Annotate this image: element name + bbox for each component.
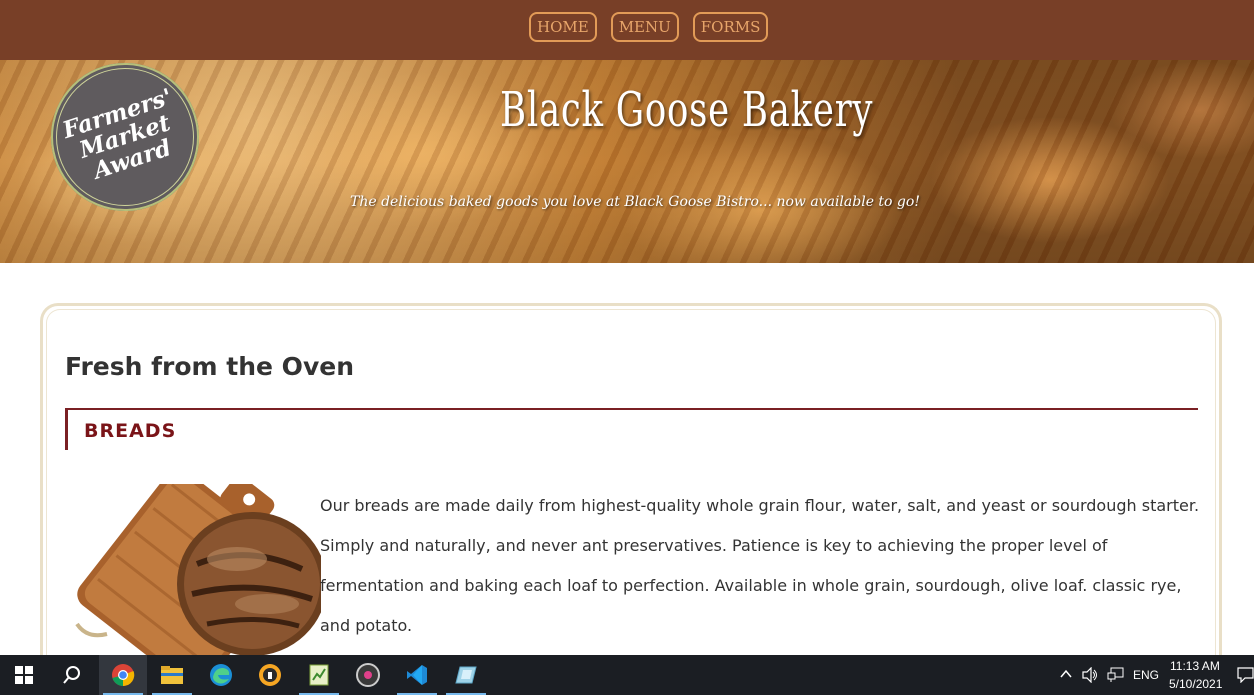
taskbar-vscode[interactable] bbox=[393, 655, 441, 695]
site-tagline: The delicious baked goods you love at Bl… bbox=[350, 194, 920, 210]
clock-date[interactable]: 5/10/2021 bbox=[1169, 677, 1222, 691]
section-header: BREADS bbox=[65, 408, 1198, 450]
notification-icon[interactable] bbox=[1237, 666, 1254, 683]
page-heading: Fresh from the Oven bbox=[65, 352, 354, 381]
vscode-icon bbox=[407, 665, 427, 685]
taskbar-file-explorer[interactable] bbox=[148, 655, 196, 695]
volume-icon[interactable] bbox=[1082, 667, 1098, 683]
chevron-up-icon[interactable] bbox=[1060, 669, 1072, 679]
bread-image bbox=[75, 484, 321, 659]
section-title: BREADS bbox=[84, 420, 177, 442]
media-icon bbox=[356, 663, 380, 687]
nav-home-link[interactable]: HOME bbox=[529, 12, 597, 42]
site-title: Black Goose Bakery bbox=[500, 82, 874, 138]
edge-icon bbox=[210, 664, 232, 686]
top-nav: HOME MENU FORMS bbox=[0, 0, 1254, 60]
taskbar: ENG 11:13 AM 5/10/2021 bbox=[0, 655, 1254, 695]
search-icon bbox=[63, 666, 80, 684]
nav-forms-link[interactable]: FORMS bbox=[692, 12, 769, 42]
section-body-text: Our breads are made daily from highest-q… bbox=[320, 496, 1200, 635]
nav-menu-link[interactable]: MENU bbox=[610, 12, 679, 42]
language-indicator[interactable]: ENG bbox=[1133, 668, 1159, 682]
shield-app-icon bbox=[259, 664, 281, 686]
award-badge: Farmers' Market Award bbox=[51, 63, 199, 211]
taskbar-app[interactable] bbox=[442, 655, 490, 695]
notepad-icon bbox=[309, 664, 329, 686]
nav-links: HOME MENU FORMS bbox=[529, 12, 769, 42]
clock-time[interactable]: 11:13 AM bbox=[1170, 659, 1220, 673]
start-button[interactable] bbox=[0, 655, 48, 695]
folder-icon bbox=[161, 666, 183, 684]
taskbar-chrome[interactable] bbox=[99, 655, 147, 695]
network-icon[interactable] bbox=[1107, 667, 1125, 683]
windows-icon bbox=[15, 666, 33, 684]
taskbar-notepad[interactable] bbox=[295, 655, 343, 695]
taskbar-vpn[interactable] bbox=[246, 655, 294, 695]
taskbar-media[interactable] bbox=[344, 655, 392, 695]
search-button[interactable] bbox=[48, 655, 96, 695]
app-icon bbox=[455, 666, 477, 684]
taskbar-edge[interactable] bbox=[197, 655, 245, 695]
chrome-icon bbox=[112, 664, 135, 687]
